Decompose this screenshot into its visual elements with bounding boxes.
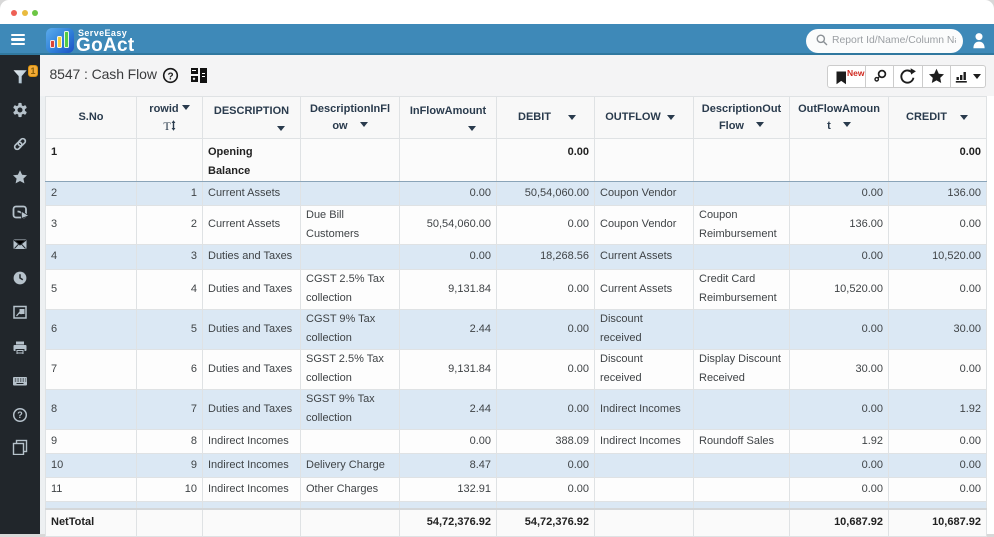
svg-text:?: ? [17,410,23,420]
svg-text:?: ? [167,71,173,82]
